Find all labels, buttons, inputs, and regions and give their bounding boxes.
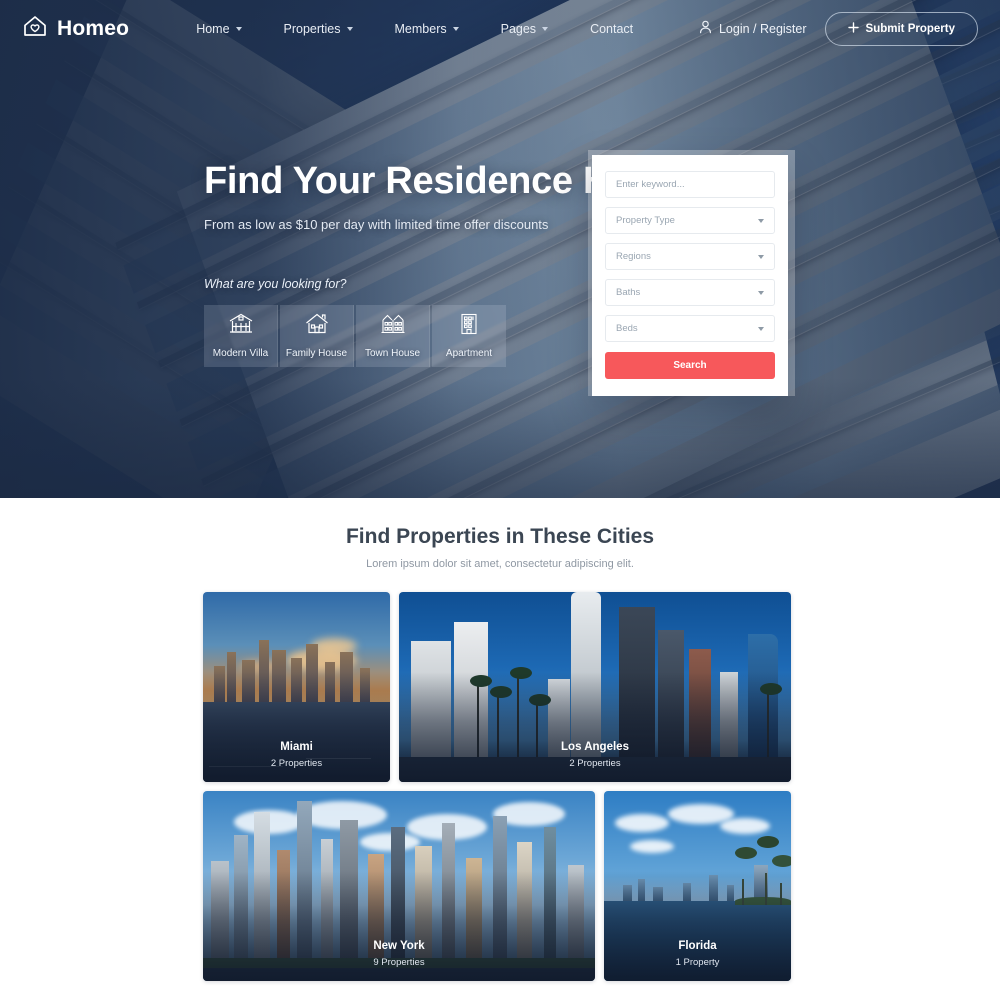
section-subtitle: Lorem ipsum dolor sit amet, consectetur … xyxy=(366,558,634,570)
login-register-link[interactable]: Login / Register xyxy=(699,20,807,37)
card-caption: New York 9 Properties xyxy=(203,940,595,968)
villa-icon xyxy=(228,312,254,341)
section-title: Find Properties in These Cities xyxy=(345,525,655,548)
category-family-house[interactable]: Family House xyxy=(280,304,354,367)
category-apartment[interactable]: Apartment xyxy=(432,304,506,367)
search-keyword-input[interactable]: Enter keyword... xyxy=(605,171,775,198)
nav-item-label: Home xyxy=(196,21,230,36)
login-register-label: Login / Register xyxy=(718,21,807,36)
city-property-count: 2 Properties xyxy=(270,758,323,769)
city-name: Florida xyxy=(678,940,717,952)
city-name: Miami xyxy=(280,741,313,753)
nav-item-members[interactable]: Members xyxy=(374,14,480,44)
user-icon xyxy=(699,20,712,37)
chevron-down-icon xyxy=(758,290,764,295)
chevron-down-icon xyxy=(758,218,764,223)
search-panel: Enter keyword... Property Type Regions B… xyxy=(592,155,788,396)
city-card-miami[interactable]: Miami 2 Properties xyxy=(203,592,390,782)
card-caption: Florida 1 Property xyxy=(604,940,791,968)
cities-row-top: Miami 2 Properties Los Angeles 2 Propert… xyxy=(203,592,797,782)
nav-item-home[interactable]: Home xyxy=(175,14,262,44)
city-property-count: 9 Properties xyxy=(373,957,425,968)
cities-section: Find Properties in These Cities Lorem ip… xyxy=(0,498,1000,981)
plus-icon xyxy=(847,21,859,36)
house-icon xyxy=(304,312,330,341)
category-label: Family House xyxy=(285,348,348,360)
apartment-icon xyxy=(457,312,481,341)
submit-property-button[interactable]: Submit Property xyxy=(824,11,978,46)
nav-item-contact[interactable]: Contact xyxy=(569,14,654,44)
nav-item-label: Contact xyxy=(590,21,634,36)
townhouse-icon xyxy=(380,312,406,341)
category-label: Apartment xyxy=(445,348,493,360)
beds-label: Beds xyxy=(616,323,638,334)
chevron-down-icon xyxy=(346,26,353,31)
baths-select[interactable]: Baths xyxy=(605,279,775,306)
cities-row-bottom: New York 9 Properties Florida 1 Property xyxy=(203,791,797,981)
hero-section: Homeo Home Properties Members Pages Cont… xyxy=(0,0,1000,498)
city-name: Los Angeles xyxy=(561,741,629,753)
search-keyword-placeholder: Enter keyword... xyxy=(616,179,685,190)
nav-item-label: Pages xyxy=(500,21,537,36)
city-property-count: 2 Properties xyxy=(569,758,621,769)
chevron-down-icon xyxy=(758,326,764,331)
beds-select[interactable]: Beds xyxy=(605,315,775,342)
city-property-count: 1 Property xyxy=(675,957,720,968)
category-label: Modern Villa xyxy=(212,348,269,360)
city-name: New York xyxy=(373,940,425,952)
chevron-down-icon xyxy=(235,26,242,31)
baths-label: Baths xyxy=(616,287,641,298)
property-type-select[interactable]: Property Type xyxy=(605,207,775,234)
city-card-florida[interactable]: Florida 1 Property xyxy=(604,791,791,981)
card-caption: Los Angeles 2 Properties xyxy=(399,741,791,769)
logo-text: Homeo xyxy=(57,16,130,40)
nav-item-properties[interactable]: Properties xyxy=(263,14,374,44)
category-town-house[interactable]: Town House xyxy=(356,304,430,367)
chevron-down-icon xyxy=(758,254,764,259)
hero-bottom-fade xyxy=(0,378,1000,498)
search-button[interactable]: Search xyxy=(605,352,775,379)
submit-property-label: Submit Property xyxy=(865,22,955,35)
category-modern-villa[interactable]: Modern Villa xyxy=(204,304,278,367)
chevron-down-icon xyxy=(452,26,459,31)
nav-right-group: Login / Register Submit Property xyxy=(699,11,978,46)
nav-item-label: Properties xyxy=(283,21,341,36)
nav-links: Home Properties Members Pages Contact xyxy=(175,14,654,44)
nav-item-label: Members xyxy=(394,21,447,36)
card-caption: Miami 2 Properties xyxy=(203,741,390,769)
cities-grid: Miami 2 Properties Los Angeles 2 Propert… xyxy=(203,592,797,981)
property-type-label: Property Type xyxy=(616,215,675,226)
house-heart-icon xyxy=(22,14,48,43)
regions-label: Regions xyxy=(616,251,651,262)
regions-select[interactable]: Regions xyxy=(605,243,775,270)
top-navigation-bar: Homeo Home Properties Members Pages Cont… xyxy=(0,0,1000,57)
chevron-down-icon xyxy=(542,26,549,31)
site-logo[interactable]: Homeo xyxy=(22,14,129,43)
city-card-new-york[interactable]: New York 9 Properties xyxy=(203,791,595,981)
category-label: Town House xyxy=(364,348,421,360)
nav-item-pages[interactable]: Pages xyxy=(480,14,569,44)
city-card-los-angeles[interactable]: Los Angeles 2 Properties xyxy=(399,592,791,782)
